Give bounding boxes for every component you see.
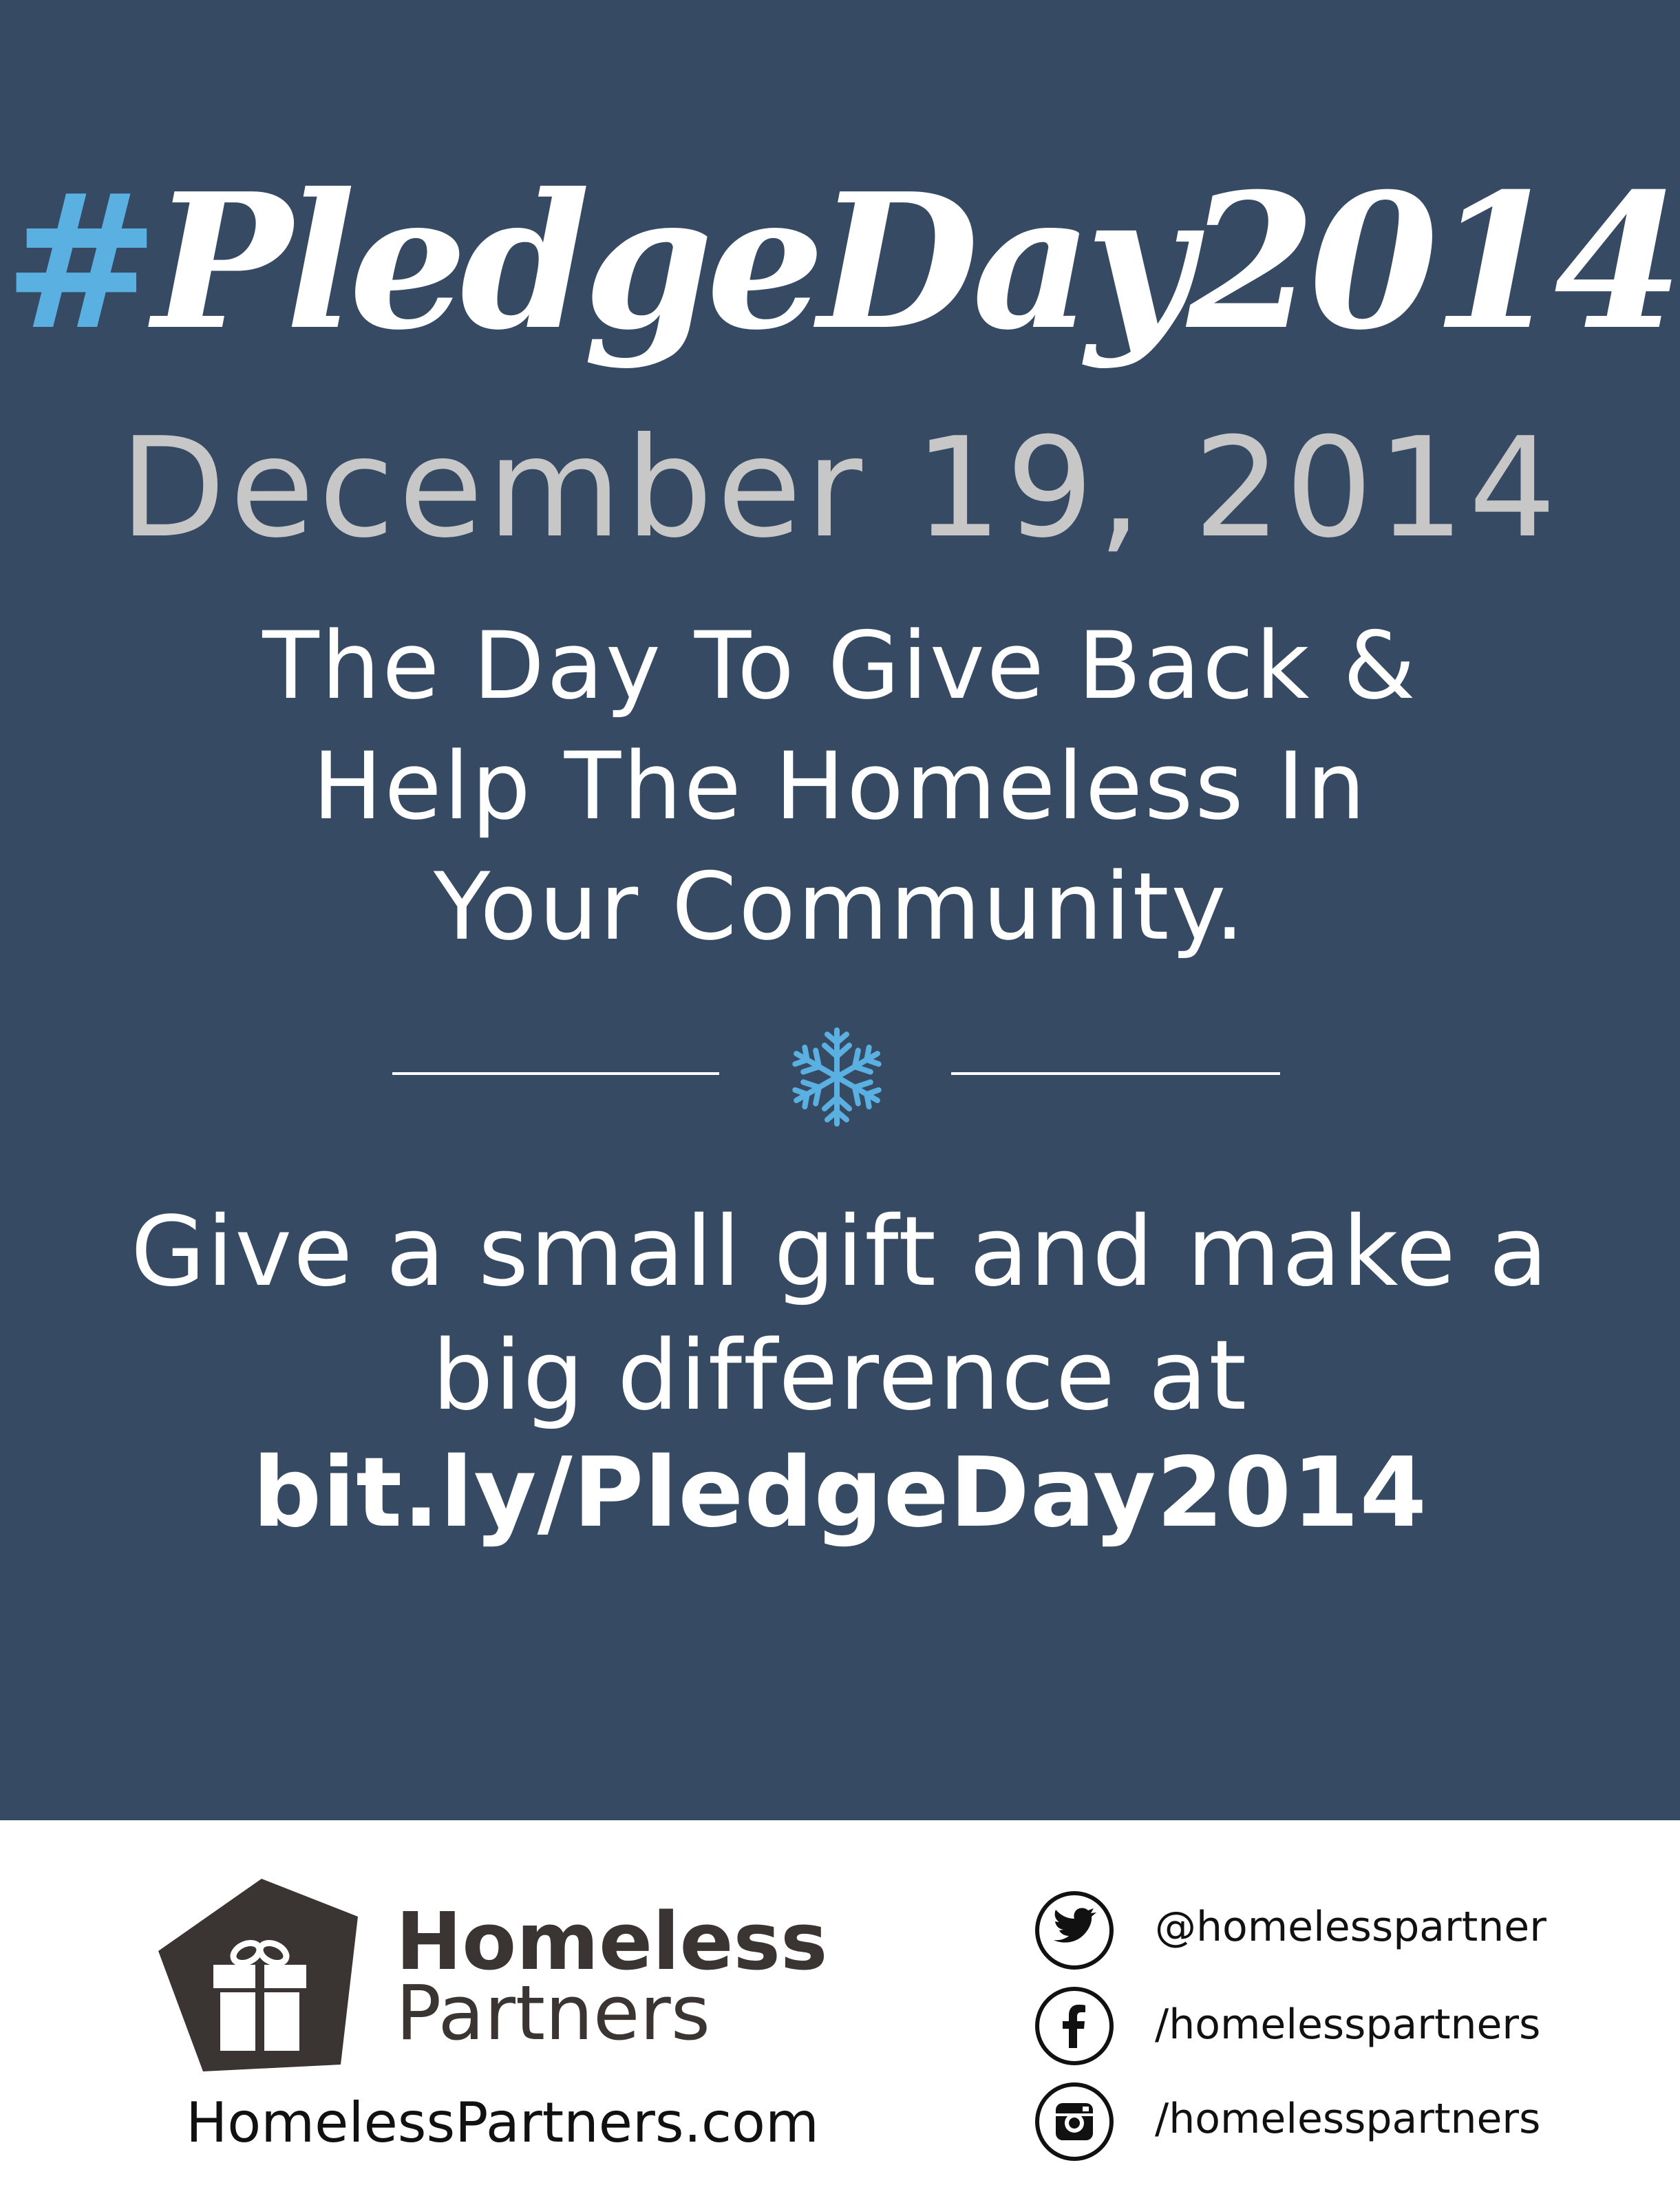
cta-line: Give a small gift and make a (130, 1196, 1550, 1308)
snowflake-icon (785, 1027, 889, 1129)
tagline-line: Your Community. (433, 853, 1247, 961)
instagram-icon[interactable] (1034, 2082, 1114, 2162)
instagram-handle[interactable]: /homelesspartners (1155, 2098, 1540, 2140)
pledge-link[interactable]: bit.ly/PledgeDay2014 (0, 1445, 1680, 1542)
homeless-partners-logo-icon (158, 1879, 358, 2071)
call-to-action: Give a small gift and make a big differe… (0, 1191, 1680, 1438)
hero-panel: #PledgeDay2014 December 19, 2014 The Day… (0, 0, 1680, 1820)
tagline-line: Help The Homeless In (312, 732, 1368, 840)
divider-right (951, 1072, 1280, 1075)
tagline: The Day To Give Back & Help The Homeless… (0, 606, 1680, 967)
facebook-icon[interactable] (1034, 1986, 1114, 2066)
twitter-icon[interactable] (1034, 1890, 1114, 1970)
event-date: December 19, 2014 (119, 408, 1561, 568)
hashtag-title: #PledgeDay2014 (0, 169, 1680, 354)
facebook-handle[interactable]: /homelesspartners (1155, 2004, 1540, 2045)
hashtag-text: PledgeDay2014 (152, 152, 1680, 371)
tagline-line: The Day To Give Back & (262, 612, 1418, 720)
brand-name-line2: Partners (396, 1969, 711, 2057)
website-link[interactable]: HomelessPartners.com (172, 2096, 833, 2151)
divider-left (392, 1072, 719, 1075)
cta-line: big difference at (432, 1320, 1248, 1432)
hash-symbol: # (3, 152, 159, 371)
twitter-handle[interactable]: @homelesspartner (1155, 1906, 1546, 1948)
